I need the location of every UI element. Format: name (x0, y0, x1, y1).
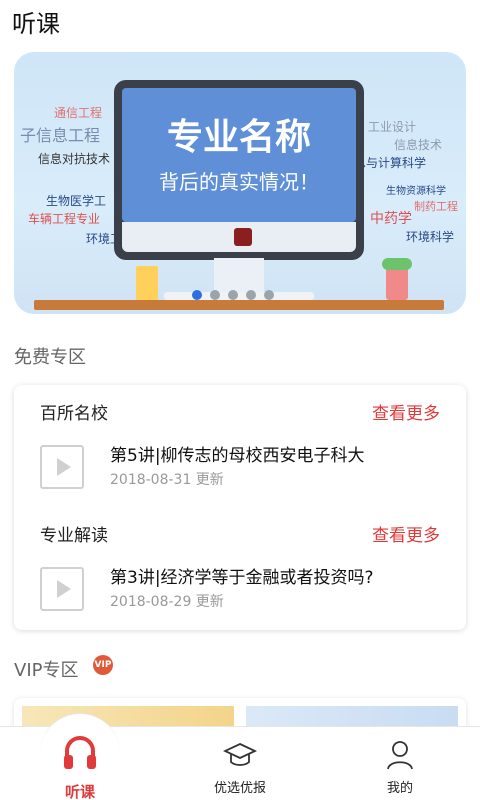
banner-subheadline: 背后的真实情况！ (159, 170, 319, 194)
tab-label: 听课 (64, 783, 95, 800)
banner-keyword: 中药学 (370, 211, 412, 227)
lesson-title[interactable]: 第3讲|经济学等于金融或者投资吗? (110, 563, 374, 588)
lesson-title[interactable]: 第5讲|柳传志的母校西安电子科大 (110, 441, 365, 466)
carousel-dot[interactable] (264, 290, 274, 300)
page-title: 听课 (12, 10, 60, 38)
banner-keyword: 子信息工程 (20, 126, 101, 145)
bottom-tab-bar: 听课 优选优报 我的 (0, 713, 480, 800)
vip-section-title: VIP专区 (14, 660, 79, 681)
lesson-date: 2018-08-31 更新 (110, 472, 224, 488)
play-icon[interactable] (40, 445, 84, 489)
carousel-dot[interactable] (246, 290, 256, 300)
carousel-dot[interactable] (228, 290, 238, 300)
school-logo-icon (234, 228, 252, 246)
plant-icon (382, 258, 412, 300)
play-icon[interactable] (40, 567, 84, 611)
see-more-link[interactable]: 查看更多 (372, 521, 440, 546)
category-label: 百所名校 (40, 404, 108, 424)
banner-carousel[interactable]: 通信工程 子信息工程 信息对抗技术 生物医学工 车辆工程专业 环境工 工业设计 … (14, 52, 466, 314)
banner-headline: 专业名称 (166, 117, 311, 158)
headphones-icon (62, 733, 98, 777)
free-section-title: 免费专区 (14, 347, 86, 368)
pencil-cup-icon (136, 266, 158, 300)
tab-select-course[interactable]: 优选优报 (190, 727, 290, 800)
tab-label: 我的 (386, 781, 413, 796)
carousel-dot[interactable] (210, 290, 220, 300)
banner-keyword: 环境科学 (406, 230, 455, 244)
tab-label: 优选优报 (213, 781, 266, 796)
tab-listen[interactable]: 听课 (30, 713, 130, 800)
user-icon (386, 739, 414, 775)
banner-keyword: 生物医学工 (46, 194, 107, 208)
banner-keyword: 车辆工程专业 (28, 212, 101, 226)
lesson-date: 2018-08-29 更新 (110, 594, 224, 610)
banner-keyword: 生物资源科学 (386, 186, 446, 197)
vip-badge-icon: VIP (93, 655, 113, 675)
banner-keyword: 制药工程 (414, 200, 458, 213)
see-more-link[interactable]: 查看更多 (372, 399, 440, 424)
banner-keyword: 信息技术 (394, 138, 443, 152)
banner-keyword: 工业设计 (368, 120, 417, 134)
banner-keyword: 信息对抗技术 (38, 152, 111, 166)
header: 听课 (0, 0, 480, 40)
carousel-indicators (192, 290, 274, 300)
banner-keyword: 通信工程 (54, 106, 103, 120)
free-section-card: 百所名校 查看更多 第5讲|柳传志的母校西安电子科大 2018-08-31 更新… (14, 385, 466, 630)
banner-keyword: 息与计算科学 (354, 156, 427, 170)
monitor-illustration: 专业名称 背后的真实情况！ (114, 80, 364, 260)
tab-mine[interactable]: 我的 (350, 727, 450, 800)
category-label: 专业解读 (40, 526, 108, 546)
graduation-cap-icon (222, 741, 258, 775)
carousel-dot[interactable] (192, 290, 202, 300)
